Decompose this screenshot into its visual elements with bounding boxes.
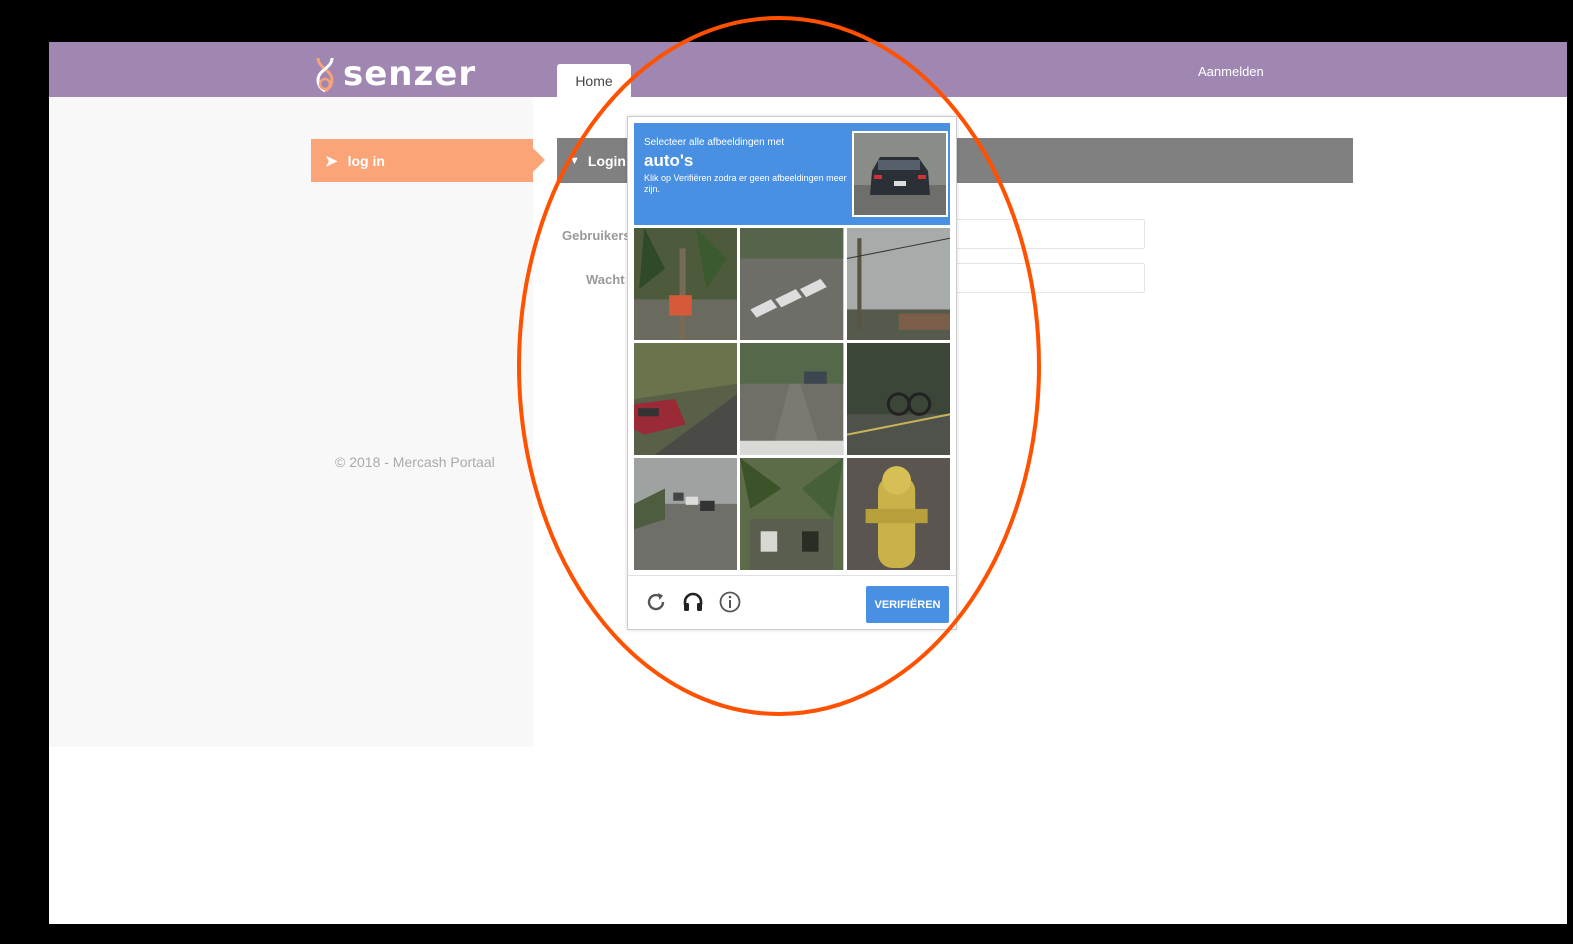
browser-viewport: senzer Home Aanmelden ➤ log in © 2018 - …: [49, 42, 1567, 924]
panel-title: Login: [587, 152, 626, 169]
verify-button[interactable]: VERIFIËREN: [866, 586, 949, 623]
recaptcha-challenge: Selecteer alle afbeeldingen met auto's K…: [627, 116, 957, 630]
captcha-tile[interactable]: [634, 343, 738, 455]
captcha-tile[interactable]: [846, 228, 950, 340]
senzer-logo[interactable]: senzer: [315, 54, 476, 94]
captcha-header: Selecteer alle afbeeldingen met auto's K…: [634, 123, 950, 225]
info-icon[interactable]: [718, 590, 742, 614]
audio-icon[interactable]: [681, 590, 705, 614]
captcha-instruction: Selecteer alle afbeeldingen met: [644, 137, 785, 148]
captcha-footer: VERIFIËREN: [628, 575, 956, 630]
captcha-hint: Klik op Verifiëren zodra er geen afbeeld…: [644, 173, 847, 194]
reload-icon[interactable]: [644, 590, 668, 614]
sidebar: [49, 97, 533, 747]
tab-home[interactable]: Home: [557, 64, 631, 98]
captcha-sample-image: [852, 131, 948, 217]
password-label: Wacht: [586, 272, 625, 287]
logo-text: senzer: [343, 54, 477, 94]
captcha-tile[interactable]: [634, 458, 738, 570]
captcha-target: auto's: [644, 151, 694, 170]
captcha-tile[interactable]: [740, 343, 844, 455]
sidebar-item-label: log in: [347, 152, 385, 169]
top-navbar: senzer Home Aanmelden: [49, 42, 1567, 98]
password-field[interactable]: [929, 263, 1145, 293]
captcha-tile[interactable]: [634, 228, 738, 340]
captcha-tile[interactable]: [740, 228, 844, 340]
device-frame: senzer Home Aanmelden ➤ log in © 2018 - …: [10, 8, 1568, 940]
copyright-text: © 2018 - Mercash Portaal: [335, 454, 495, 470]
sidebar-item-login[interactable]: ➤ log in: [311, 139, 545, 182]
active-arrow: [533, 148, 545, 172]
captcha-tile[interactable]: [740, 458, 844, 570]
aanmelden-link[interactable]: Aanmelden: [1198, 64, 1264, 79]
username-field[interactable]: [929, 219, 1145, 249]
chevron-down-icon: ▼: [569, 154, 580, 167]
username-label: Gebruikers: [562, 228, 631, 243]
senzer-logo-icon: [316, 57, 334, 93]
captcha-tile[interactable]: [846, 458, 950, 570]
paper-plane-icon: ➤: [325, 152, 338, 170]
captcha-image-grid: [634, 228, 950, 570]
captcha-tile[interactable]: [846, 343, 950, 455]
